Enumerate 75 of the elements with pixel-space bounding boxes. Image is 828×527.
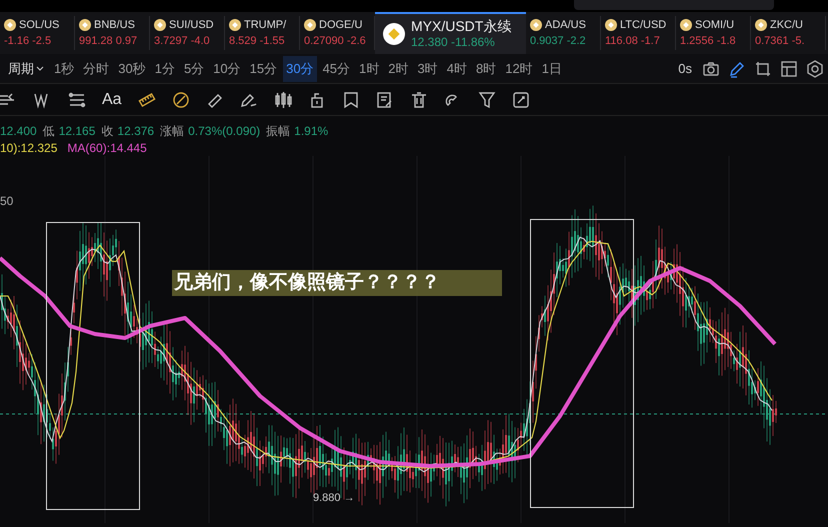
filter-icon[interactable] bbox=[478, 90, 496, 108]
interval-tab[interactable]: 12时 bbox=[502, 56, 536, 82]
interval-tab[interactable]: 4时 bbox=[444, 56, 470, 82]
ticker-tab[interactable]: SOL/US -1.16 -2.5 bbox=[0, 16, 75, 50]
ticker-tab[interactable]: TRUMP/ 8.529 -1.55 bbox=[225, 16, 300, 50]
ticker-tab[interactable]: BNB/US 991.28 0.97 bbox=[75, 16, 150, 50]
interval-tab[interactable]: 30秒 bbox=[115, 56, 149, 82]
coin-icon bbox=[755, 18, 767, 31]
interval-tab[interactable]: 1分 bbox=[152, 56, 178, 82]
ohlc-value: 12.400 bbox=[0, 123, 37, 140]
ticker-quote: 116.08 -1.7 bbox=[605, 34, 661, 49]
interval-tab[interactable]: 1日 bbox=[538, 56, 565, 82]
ticker-tab[interactable]: SOMI/U 1.2556 -1.8 bbox=[676, 16, 751, 50]
interval-tab[interactable]: 3时 bbox=[414, 56, 441, 82]
ticker-quote: 0.9037 -2.2 bbox=[530, 34, 587, 49]
coin-icon bbox=[680, 18, 692, 31]
ohlc-label: 涨幅 bbox=[160, 123, 184, 140]
camera-icon[interactable] bbox=[702, 60, 720, 78]
layout-icon[interactable] bbox=[780, 60, 798, 78]
trash-icon[interactable] bbox=[410, 90, 428, 108]
interval-tab[interactable]: 1时 bbox=[356, 56, 382, 82]
interval-tab[interactable]: 1秒 bbox=[51, 56, 78, 82]
ohlc-label: 低 bbox=[42, 123, 55, 140]
coin-icon bbox=[4, 18, 16, 31]
coin-icon bbox=[79, 18, 91, 31]
bookmark-icon[interactable] bbox=[342, 90, 360, 108]
ticker-quote: 991.28 0.97 bbox=[79, 34, 138, 49]
ohlc-value: 12.165 bbox=[58, 123, 96, 140]
interval-tab[interactable]: 10分 bbox=[210, 56, 244, 82]
ticker-quote: 0.7361 -5. bbox=[755, 34, 806, 49]
moving-average-value: MA(60):14.445 bbox=[67, 140, 147, 157]
countdown-text: 0s bbox=[678, 60, 692, 78]
ohlc-value: 12.376 bbox=[117, 123, 154, 140]
interval-tab[interactable]: 45分 bbox=[320, 56, 354, 82]
ruler-icon[interactable] bbox=[138, 90, 156, 108]
ticker-tab[interactable]: ZKC/U 0.7361 -5. bbox=[751, 16, 826, 50]
ticker-quote: 0.27090 -2.6 bbox=[304, 34, 367, 49]
coin-icon bbox=[530, 18, 542, 31]
interval-tab[interactable]: 15分 bbox=[246, 56, 280, 82]
low-price-marker: 9.880 → bbox=[313, 491, 355, 506]
ticker-quote: 8.529 -1.55 bbox=[229, 34, 286, 49]
settings-icon[interactable] bbox=[806, 60, 824, 78]
ohlc-value: 1.91% bbox=[294, 123, 328, 140]
moving-average-value: 10):12.325 bbox=[0, 140, 58, 157]
ticker-quote: 1.2556 -1.8 bbox=[680, 34, 737, 49]
ohlc-value: 0.73%(0.090) bbox=[188, 123, 260, 140]
ticker-quote: 12.380 -11.86% bbox=[411, 34, 496, 50]
ticker-quote: 3.7297 -4.0 bbox=[154, 34, 211, 49]
interval-tab[interactable]: 分时 bbox=[80, 56, 112, 82]
interval-tab[interactable]: 2时 bbox=[385, 56, 412, 82]
ohlc-label: 振幅 bbox=[266, 123, 290, 140]
ticker-tab[interactable]: MYX/USDT永续 12.380 -11.86% bbox=[375, 12, 526, 54]
ticker-quote: -1.16 -2.5 bbox=[4, 34, 52, 49]
ticker-tab[interactable]: LTC/USD 116.08 -1.7 bbox=[601, 16, 676, 50]
parallel-lines-icon[interactable] bbox=[68, 90, 86, 108]
period-dropdown[interactable]: 周期 bbox=[8, 58, 44, 78]
coin-icon bbox=[229, 18, 241, 31]
interval-tab[interactable]: 5分 bbox=[180, 56, 208, 82]
edit-icon[interactable] bbox=[376, 90, 394, 108]
candles-icon[interactable] bbox=[274, 90, 292, 108]
pencil-icon[interactable] bbox=[728, 60, 746, 78]
ticker-tab[interactable]: SUI/USD 3.7297 -4.0 bbox=[150, 16, 225, 50]
coin-icon bbox=[383, 23, 405, 45]
ohlc-label: 收 bbox=[101, 123, 114, 140]
text-tool[interactable]: Aa bbox=[102, 88, 122, 112]
interval-tab[interactable]: 30分 bbox=[283, 56, 317, 82]
coin-icon bbox=[605, 18, 617, 31]
interval-tab[interactable]: 8时 bbox=[472, 56, 500, 82]
coin-icon bbox=[154, 18, 166, 31]
ticker-tab[interactable]: ADA/US 0.9037 -2.2 bbox=[526, 16, 601, 50]
crop-icon[interactable] bbox=[754, 60, 772, 78]
caption-text: 兄弟们，像不像照镜子？？？？ bbox=[172, 270, 502, 296]
price-axis-label: 50 bbox=[0, 193, 14, 210]
caret-icon bbox=[36, 66, 44, 72]
coin-icon bbox=[304, 18, 316, 31]
